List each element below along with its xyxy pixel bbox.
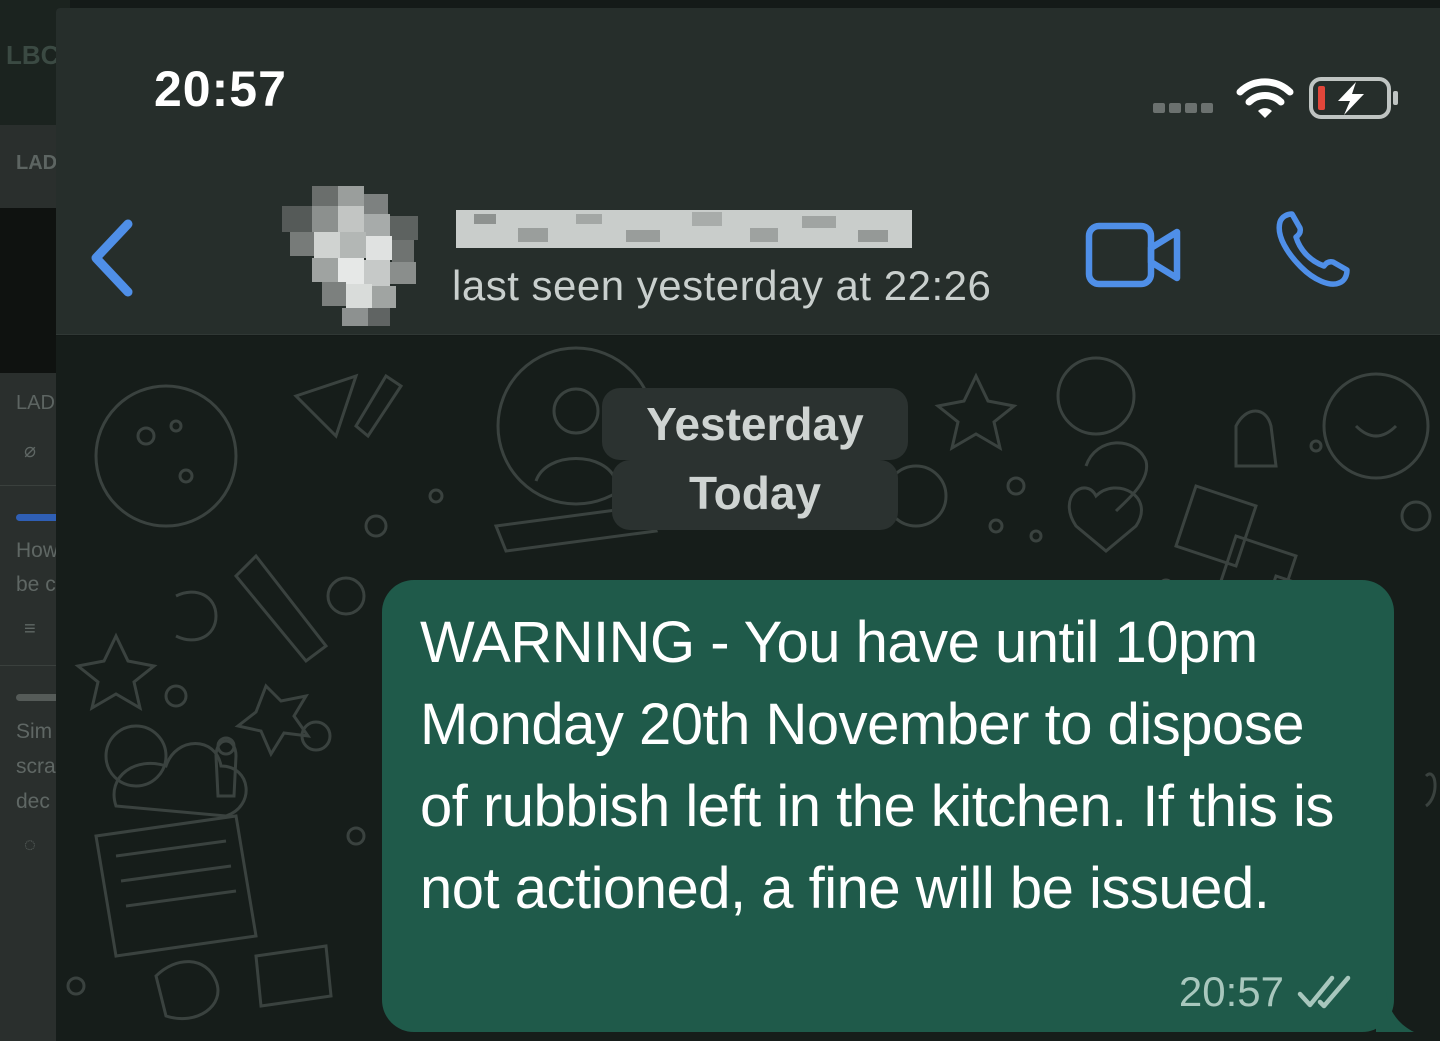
message-time: 20:57 <box>1178 968 1284 1015</box>
message-meta: 20:57 <box>1179 968 1356 1016</box>
cellular-signal-icon <box>1153 103 1213 113</box>
background-paperclip-icon: ⌀ <box>24 440 37 462</box>
phone-call-button[interactable] <box>1270 208 1354 292</box>
background-article-line[interactable]: dec <box>16 785 50 819</box>
bubble-tail <box>1376 992 1414 1032</box>
chat-header: 20:57 last seen yesterday at 22:26 <box>56 8 1440 335</box>
background-list-icon: ≡ <box>24 618 36 640</box>
double-check-icon <box>1297 975 1351 1009</box>
status-bar-time: 20:57 <box>154 61 287 117</box>
video-call-button[interactable] <box>1084 218 1184 294</box>
background-comment-icon: ◌ <box>24 834 36 856</box>
message-bubble[interactable]: WARNING - You have until 10pm Monday 20t… <box>382 580 1414 1032</box>
wifi-icon <box>1236 78 1294 118</box>
whatsapp-screen: 20:57 last seen yesterday at 22:26 Yeste… <box>56 8 1440 1041</box>
date-separator-today: Today <box>612 460 898 530</box>
back-button[interactable] <box>84 216 140 300</box>
background-section-heading: LAD <box>16 152 58 174</box>
date-separator-yesterday: Yesterday <box>602 388 908 460</box>
background-logo: LBC <box>6 40 60 70</box>
contact-name-redacted[interactable] <box>456 208 912 250</box>
background-article-line[interactable]: scra <box>16 750 56 784</box>
message-text: WARNING - You have until 10pm Monday 20t… <box>420 610 1334 921</box>
background-section-heading: LAD <box>16 392 55 414</box>
background-article-line[interactable]: How <box>16 534 58 568</box>
battery-charging-icon <box>1309 77 1398 119</box>
last-seen-status: last seen yesterday at 22:26 <box>452 262 992 309</box>
avatar[interactable] <box>282 186 422 326</box>
background-article-line[interactable]: be c <box>16 568 56 602</box>
background-article-line[interactable]: Sim <box>16 715 52 749</box>
chat-area[interactable]: Yesterday Today WARNING - You have until… <box>56 336 1440 1041</box>
